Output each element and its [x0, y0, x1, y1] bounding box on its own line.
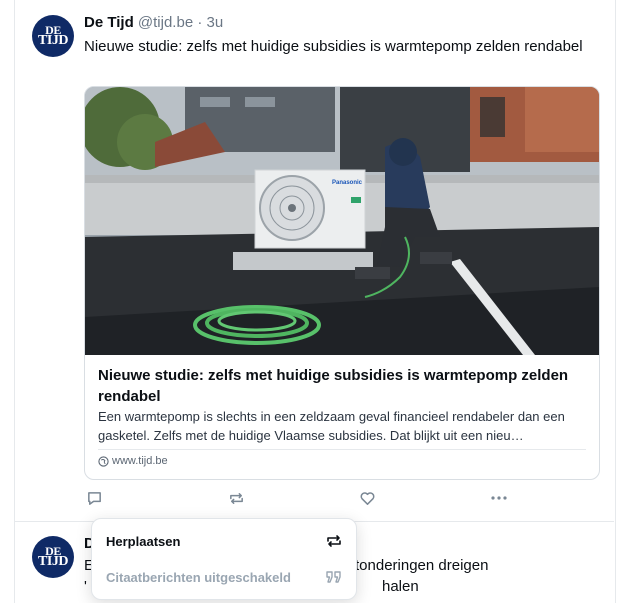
- link-card-divider: [98, 449, 586, 450]
- avatar[interactable]: DE TIJD: [32, 15, 74, 57]
- repost-menu-label: Herplaatsen: [106, 533, 181, 549]
- author-handle-time[interactable]: @tijd.be · 3u: [138, 14, 223, 31]
- heart-icon: [360, 491, 374, 505]
- link-card-domain: www.tijd.be: [98, 455, 168, 467]
- more-button[interactable]: [489, 488, 509, 508]
- globe-icon: [98, 455, 109, 467]
- avatar-logo-line2: TIJD: [38, 33, 68, 49]
- more-icon: [491, 496, 507, 500]
- post-text-line1-end: tonderingen dreigen: [355, 557, 489, 574]
- repost-menu: Herplaatsen Citaatberichten uitgeschakel…: [91, 518, 357, 600]
- like-button[interactable]: [357, 488, 377, 508]
- post-text-line2-start: ': [84, 578, 87, 595]
- ac-brand-text: Panasonic: [332, 180, 363, 186]
- reply-button[interactable]: [84, 488, 104, 508]
- quote-icon: [325, 569, 343, 585]
- repost-button[interactable]: [226, 488, 246, 508]
- link-card[interactable]: Panasonic Nieuwe studie: zelfs met huidi…: [84, 86, 600, 480]
- post-header: De Tijd @tijd.be · 3u: [84, 14, 223, 31]
- repost-icon: [325, 532, 343, 550]
- post[interactable]: DE TIJD De Tijd @tijd.be · 3u Nieuwe stu…: [14, 0, 614, 522]
- link-card-description: Een warmtepomp is slechts in een zeldzaa…: [98, 409, 565, 443]
- author-name[interactable]: De Tijd: [84, 14, 134, 31]
- repost-icon: [229, 492, 243, 504]
- repost-menu-item[interactable]: Herplaatsen: [92, 523, 356, 559]
- reply-icon: [87, 491, 101, 505]
- post-actions: [84, 488, 534, 508]
- quote-menu-label: Citaatberichten uitgeschakeld: [106, 569, 291, 585]
- post-text-line2-end: halen: [382, 578, 419, 595]
- link-card-title: Nieuwe studie: zelfs met huidige subsidi…: [98, 367, 569, 405]
- avatar-logo-line2: TIJD: [38, 554, 68, 570]
- link-card-image: Panasonic: [85, 87, 599, 355]
- avatar[interactable]: DE TIJD: [32, 536, 74, 578]
- post-text: Nieuwe studie: zelfs met huidige subsidi…: [84, 38, 583, 55]
- quote-menu-item[interactable]: Citaatberichten uitgeschakeld: [92, 559, 356, 595]
- link-card-domain-text: www.tijd.be: [112, 455, 168, 467]
